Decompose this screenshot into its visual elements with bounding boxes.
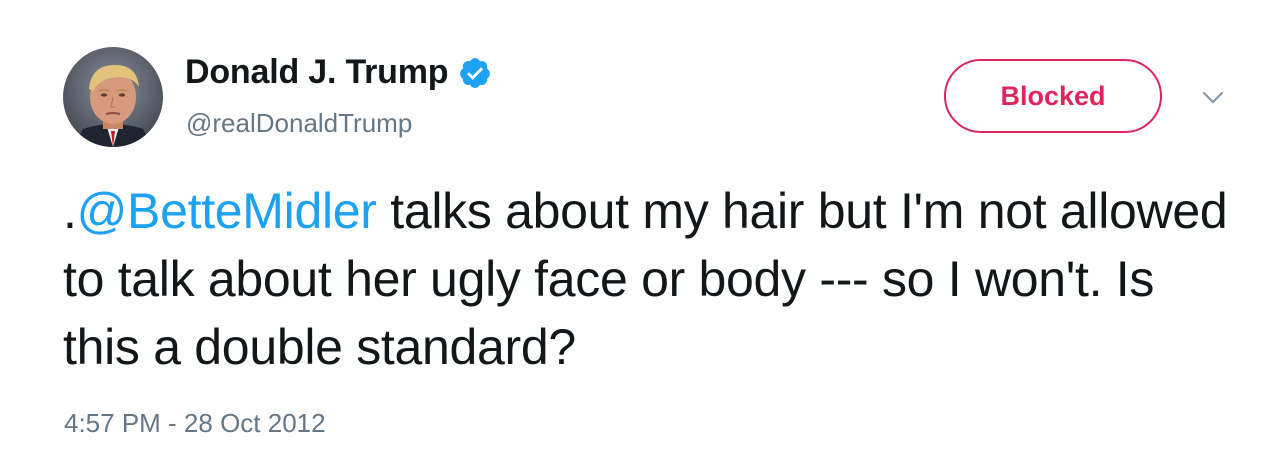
blocked-button[interactable]: Blocked [944, 59, 1162, 133]
avatar[interactable] [63, 47, 163, 147]
mention-link[interactable]: @BetteMidler [77, 183, 377, 239]
verified-badge-icon [458, 56, 492, 90]
chevron-down-icon[interactable] [1200, 84, 1226, 110]
tweet-card: Donald J. Trump @realDonaldTrump Blocked… [0, 0, 1267, 455]
author-handle[interactable]: @realDonaldTrump [186, 108, 412, 139]
tweet-timestamp[interactable]: 4:57 PM - 28 Oct 2012 [64, 408, 326, 439]
tweet-prefix: . [63, 183, 77, 239]
author-name-row[interactable]: Donald J. Trump [185, 53, 492, 92]
display-name[interactable]: Donald J. Trump [185, 53, 449, 92]
tweet-text: .@BetteMidler talks about my hair but I'… [63, 177, 1243, 381]
profile-photo [63, 47, 163, 147]
